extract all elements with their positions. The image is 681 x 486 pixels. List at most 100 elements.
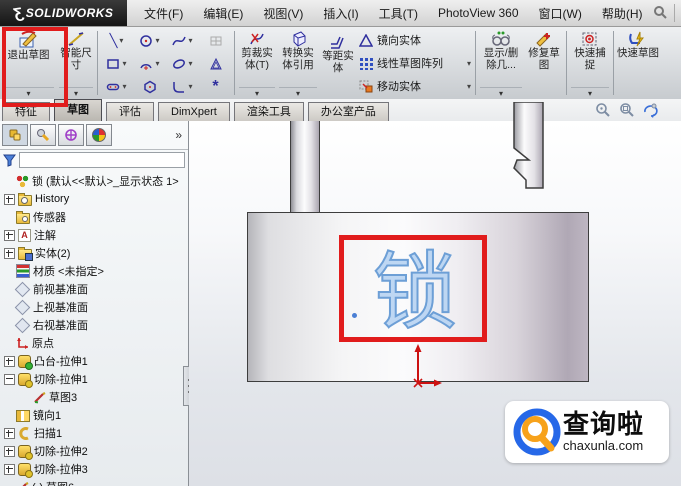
tree-item-cut-extrude1[interactable]: 切除-拉伸1 [2, 370, 188, 388]
graphics-area[interactable]: 锁 查询啦 chaxunla.com [189, 102, 681, 486]
expand-icon[interactable] [4, 229, 15, 241]
property-manager-icon [37, 129, 50, 142]
ellipse-tool[interactable]: ▾ [166, 53, 199, 75]
rapid-sketch-button[interactable]: 快速草图 [616, 27, 660, 99]
trim-entities-button[interactable]: 剪裁实体(T) ▾ [237, 27, 277, 99]
menu-help[interactable]: 帮助(H) [593, 1, 652, 26]
rapid-sketch-icon [629, 31, 644, 47]
tree-item-sketch3[interactable]: 草图3 [2, 388, 188, 406]
toolbar-separator [613, 31, 614, 95]
repair-sketch-icon [536, 33, 550, 47]
tree-item-top-plane[interactable]: 上视基准面 [2, 298, 188, 316]
collapse-icon[interactable] [4, 373, 15, 385]
menu-edit[interactable]: 编辑(E) [194, 1, 252, 26]
solidworks-logo-text: SOLIDWORKS [25, 6, 114, 20]
lock-shackle-right-rod[interactable] [513, 102, 545, 206]
tree-item-solid-bodies[interactable]: 实体(2) [2, 244, 188, 262]
tree-item-annotations[interactable]: 注解 [2, 226, 188, 244]
ellipse-dropdown-icon[interactable]: ▾ [188, 59, 192, 68]
toolbar-separator [97, 31, 98, 95]
expand-icon[interactable] [4, 445, 15, 457]
linear-pattern-button[interactable]: 线性草图阵列 ▾ [359, 53, 471, 73]
tree-item-sensors[interactable]: 传感器 [2, 208, 188, 226]
lock-shackle-left-rod[interactable] [290, 121, 320, 213]
mirror-entities-button[interactable]: 镜向实体 [359, 30, 471, 50]
trim-entities-dropdown-icon[interactable]: ▾ [239, 87, 275, 99]
trim-entities-label: 剪裁实体(T) [241, 47, 273, 71]
move-entities-dropdown-icon[interactable]: ▾ [467, 82, 471, 91]
menu-insert[interactable]: 插入(I) [314, 1, 367, 26]
tab-dimxpert[interactable]: DimXpert [158, 102, 230, 121]
rectangle-dropdown-icon[interactable]: ▾ [122, 59, 126, 68]
arc-tool[interactable]: ▾ [133, 53, 166, 75]
circle-tool[interactable]: ▾ [133, 30, 166, 52]
move-entities-button[interactable]: 移动实体 ▾ [359, 76, 471, 96]
menu-tools[interactable]: 工具(T) [370, 1, 427, 26]
tree-item-mirror1[interactable]: 镜向1 [2, 406, 188, 424]
rectangle-tool[interactable]: ▾ [100, 53, 133, 75]
tree-item-material[interactable]: 材质 <未指定> [2, 262, 188, 280]
point-icon: * [212, 78, 219, 95]
panel-expand-chevron-icon[interactable] [175, 128, 186, 142]
point-tool[interactable]: * [199, 76, 232, 98]
tree-item-cut-extrude3[interactable]: 切除-拉伸3 [2, 460, 188, 478]
zoom-area-icon[interactable] [619, 102, 635, 118]
quick-snaps-dropdown-icon[interactable]: ▾ [571, 87, 609, 99]
expand-icon[interactable] [4, 193, 15, 205]
offset-entities-button[interactable]: 等距实体 [319, 27, 357, 99]
repair-sketch-button[interactable]: 修复草图 [524, 27, 564, 99]
display-delete-relations-button[interactable]: 显示/删除几... ▾ [478, 27, 524, 99]
sketch-text-tool[interactable] [199, 53, 232, 75]
tree-item-history[interactable]: History [2, 190, 188, 208]
menu-window[interactable]: 窗口(W) [530, 1, 591, 26]
filter-funnel-icon[interactable] [3, 154, 16, 167]
circle-dropdown-icon[interactable]: ▾ [155, 36, 159, 45]
quick-snaps-button[interactable]: 快速捕捉 ▾ [569, 27, 611, 99]
tree-item-sketch6[interactable]: (-) 草图6 [2, 478, 188, 486]
spline-dropdown-icon[interactable]: ▾ [188, 36, 192, 45]
feature-tree-tab[interactable] [2, 124, 28, 146]
tree-root-part[interactable]: 锁 (默认<<默认>_显示状态 1> [2, 172, 188, 190]
tree-item-front-plane[interactable]: 前视基准面 [2, 280, 188, 298]
menu-view[interactable]: 视图(V) [254, 1, 312, 26]
3d-sketch-plane-tool[interactable] [199, 30, 232, 52]
tree-item-origin[interactable]: 原点 [2, 334, 188, 352]
display-manager-icon [92, 128, 106, 142]
expand-icon[interactable] [4, 427, 15, 439]
convert-entities-button[interactable]: 转换实体引用 ▾ [277, 27, 319, 99]
fillet-dropdown-icon[interactable]: ▾ [188, 82, 192, 91]
fillet-tool[interactable]: ▾ [166, 76, 199, 98]
menu-file[interactable]: 文件(F) [135, 1, 192, 26]
spline-tool[interactable]: ▾ [166, 30, 199, 52]
sketch-origin-icon[interactable] [403, 343, 443, 389]
display-manager-tab[interactable] [86, 124, 112, 146]
linear-pattern-dropdown-icon[interactable]: ▾ [467, 59, 471, 68]
expand-icon[interactable] [4, 247, 15, 259]
rotate-view-icon[interactable] [643, 102, 659, 118]
arc-dropdown-icon[interactable]: ▾ [155, 59, 159, 68]
display-delete-dropdown-icon[interactable]: ▾ [480, 87, 522, 99]
tree-item-boss-extrude1[interactable]: 凸台-拉伸1 [2, 352, 188, 370]
solidworks-search-icon[interactable] [652, 5, 668, 21]
zoom-fit-icon[interactable] [595, 102, 611, 118]
tab-render-tools[interactable]: 渲染工具 [233, 102, 304, 121]
configuration-manager-tab[interactable] [58, 124, 84, 146]
tree-item-cut-extrude2[interactable]: 切除-拉伸2 [2, 442, 188, 460]
tab-evaluate[interactable]: 评估 [106, 102, 154, 121]
slot-tool[interactable]: ▾ [100, 76, 133, 98]
tab-office-products[interactable]: 办公室产品 [307, 102, 389, 121]
property-manager-tab[interactable] [30, 124, 56, 146]
feature-manager-panel: 锁 (默认<<默认>_显示状态 1> History 传感器 注解 实体(2) [0, 121, 189, 486]
line-dropdown-icon[interactable]: ▾ [119, 36, 123, 45]
slot-dropdown-icon[interactable]: ▾ [122, 82, 126, 91]
polygon-tool[interactable] [133, 76, 166, 98]
line-tool[interactable]: ╲ ▾ [100, 30, 133, 52]
tree-filter-input[interactable] [19, 152, 185, 168]
convert-entities-dropdown-icon[interactable]: ▾ [279, 87, 317, 99]
expand-icon[interactable] [4, 355, 15, 367]
menu-photoview360[interactable]: PhotoView 360 [429, 2, 528, 24]
watermark-domain: chaxunla.com [563, 438, 644, 453]
expand-icon[interactable] [4, 463, 15, 475]
tree-item-sweep1[interactable]: 扫描1 [2, 424, 188, 442]
tree-item-right-plane[interactable]: 右视基准面 [2, 316, 188, 334]
